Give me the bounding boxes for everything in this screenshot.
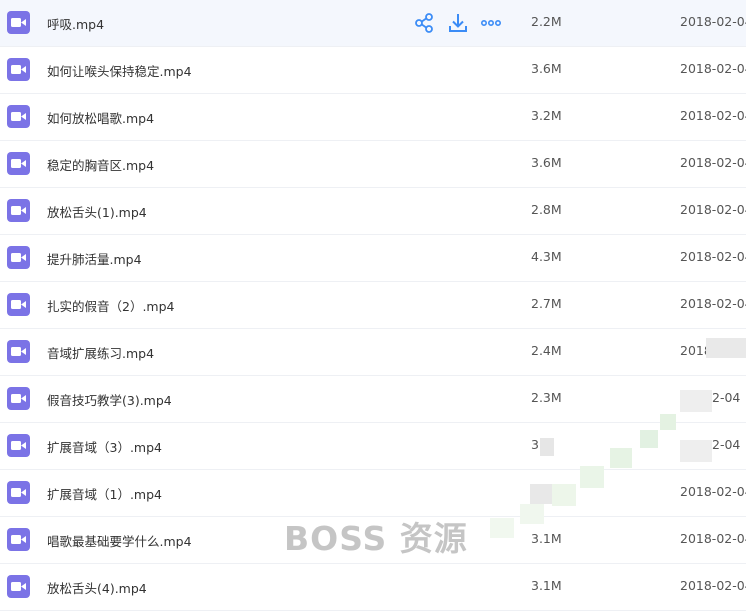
file-row[interactable]: 假音技巧教学(3).mp4 2.3M 2-04: [0, 376, 746, 423]
file-size: 2.3M: [531, 390, 562, 405]
file-name[interactable]: 假音技巧教学(3).mp4: [47, 390, 172, 409]
file-name[interactable]: 扩展音域（3）.mp4: [47, 437, 162, 456]
file-date: 2018-02-04: [680, 484, 746, 499]
file-date: 2018-02-04: [680, 202, 746, 217]
video-file-icon: [7, 246, 30, 269]
file-size: 2.2M: [531, 14, 562, 29]
file-size: 3.1M: [531, 578, 562, 593]
file-size: 2.4M: [531, 343, 562, 358]
file-size: 2.7M: [531, 296, 562, 311]
file-date: 2018-02-04: [680, 296, 746, 311]
file-date: 2-04: [712, 390, 741, 405]
video-file-icon: [7, 58, 30, 81]
video-file-icon: [7, 434, 30, 457]
file-size: 3.6M: [531, 61, 562, 76]
file-date: 2018-02-04: [680, 108, 746, 123]
video-file-icon: [7, 11, 30, 34]
file-row[interactable]: 提升肺活量.mp4 4.3M 2018-02-04: [0, 235, 746, 282]
video-file-icon: [7, 199, 30, 222]
file-row[interactable]: 扎实的假音（2）.mp4 2.7M 2018-02-04: [0, 282, 746, 329]
file-size: 3.2M: [531, 108, 562, 123]
file-row[interactable]: 放松舌头(4).mp4 3.1M 2018-02-04: [0, 564, 746, 611]
file-size: 3.6M: [531, 155, 562, 170]
file-name[interactable]: 呼吸.mp4: [47, 14, 104, 33]
file-name[interactable]: 扎实的假音（2）.mp4: [47, 296, 175, 315]
file-size: 4.3M: [531, 249, 562, 264]
file-row[interactable]: 如何放松唱歌.mp4 3.2M 2018-02-04: [0, 94, 746, 141]
watermark-text: BOSS 资源: [284, 519, 468, 558]
file-size: 2.8M: [531, 202, 562, 217]
file-date: 2018-02-04: [680, 155, 746, 170]
file-name[interactable]: 扩展音域（1）.mp4: [47, 484, 162, 503]
file-row[interactable]: 音域扩展练习.mp4 2.4M 2018-: [0, 329, 746, 376]
file-date: 2018-02-04: [680, 14, 746, 29]
more-icon[interactable]: [480, 11, 502, 35]
file-row[interactable]: 如何让喉头保持稳定.mp4 3.6M 2018-02-04: [0, 47, 746, 94]
file-row[interactable]: 放松舌头(1).mp4 2.8M 2018-02-04: [0, 188, 746, 235]
file-name[interactable]: 提升肺活量.mp4: [47, 249, 142, 268]
file-name[interactable]: 唱歌最基础要学什么.mp4: [47, 531, 192, 550]
video-file-icon: [7, 340, 30, 363]
file-date: 2018-02-04: [680, 531, 746, 546]
file-name[interactable]: 放松舌头(4).mp4: [47, 578, 147, 597]
file-name[interactable]: 音域扩展练习.mp4: [47, 343, 154, 362]
file-date: 2018-02-04: [680, 249, 746, 264]
share-icon[interactable]: [414, 11, 436, 35]
file-date: 2018-02-04: [680, 578, 746, 593]
file-name[interactable]: 如何放松唱歌.mp4: [47, 108, 154, 127]
video-file-icon: [7, 481, 30, 504]
download-icon[interactable]: [448, 11, 470, 35]
video-file-icon: [7, 105, 30, 128]
video-file-icon: [7, 575, 30, 598]
file-row[interactable]: 扩展音域（1）.mp4 2018-02-04: [0, 470, 746, 517]
file-name[interactable]: 稳定的胸音区.mp4: [47, 155, 154, 174]
video-file-icon: [7, 387, 30, 410]
file-size: 3.1M: [531, 531, 562, 546]
video-file-icon: [7, 293, 30, 316]
video-file-icon: [7, 152, 30, 175]
video-file-icon: [7, 528, 30, 551]
file-row[interactable]: 稳定的胸音区.mp4 3.6M 2018-02-04: [0, 141, 746, 188]
file-name[interactable]: 如何让喉头保持稳定.mp4: [47, 61, 192, 80]
file-date: 2-04: [712, 437, 741, 452]
file-date: 2018-02-04: [680, 61, 746, 76]
file-row[interactable]: 扩展音域（3）.mp4 3M 2-04: [0, 423, 746, 470]
file-name[interactable]: 放松舌头(1).mp4: [47, 202, 147, 221]
file-row[interactable]: 呼吸.mp4 2.2M 2018-02-04: [0, 0, 746, 47]
